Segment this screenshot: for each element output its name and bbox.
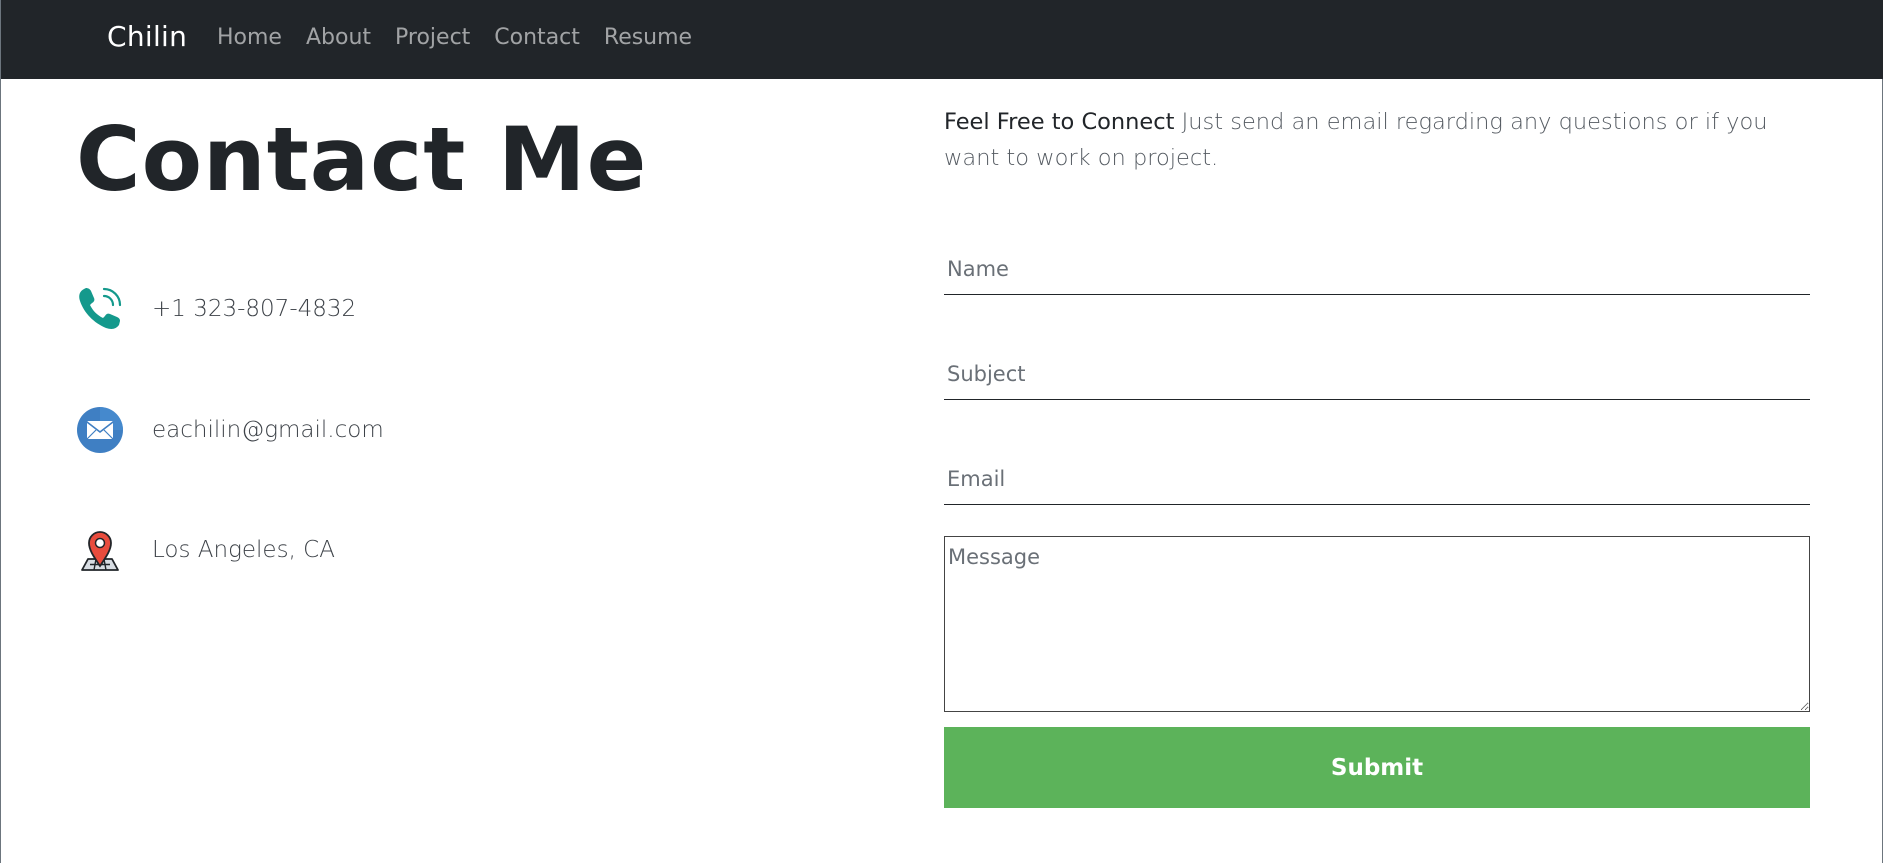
nav-link-project[interactable]: Project: [395, 25, 470, 50]
nav-link-contact[interactable]: Contact: [494, 25, 580, 50]
contact-email-row: eachilin@gmail.com: [76, 406, 384, 454]
envelope-icon: [77, 407, 123, 453]
nav-link-home[interactable]: Home: [217, 25, 282, 50]
page-title: Contact Me: [76, 108, 648, 211]
nav-link-about[interactable]: About: [306, 25, 371, 50]
email-address: eachilin@gmail.com: [152, 417, 384, 443]
map-pin-icon: [81, 531, 119, 571]
phone-icon: [79, 287, 122, 329]
name-input[interactable]: [944, 243, 1810, 295]
nav-link-resume[interactable]: Resume: [604, 25, 692, 50]
email-input[interactable]: [944, 453, 1810, 505]
nav-links: Home About Project Contact Resume: [217, 25, 716, 50]
page: Chilin Home About Project Contact Resume…: [0, 0, 1883, 863]
brand-link[interactable]: Chilin: [107, 20, 187, 53]
navbar: Chilin Home About Project Contact Resume: [1, 0, 1883, 79]
contact-location-row: Los Angeles, CA: [76, 526, 335, 574]
contact-intro: Feel Free to Connect Just send an email …: [944, 104, 1824, 176]
intro-lead: Feel Free to Connect: [944, 109, 1175, 135]
message-textarea[interactable]: [944, 536, 1810, 712]
location-text: Los Angeles, CA: [152, 537, 335, 563]
submit-button[interactable]: Submit: [944, 727, 1810, 808]
contact-phone-row: +1 323-807-4832: [76, 285, 356, 333]
subject-input[interactable]: [944, 348, 1810, 400]
phone-number: +1 323-807-4832: [152, 296, 357, 322]
